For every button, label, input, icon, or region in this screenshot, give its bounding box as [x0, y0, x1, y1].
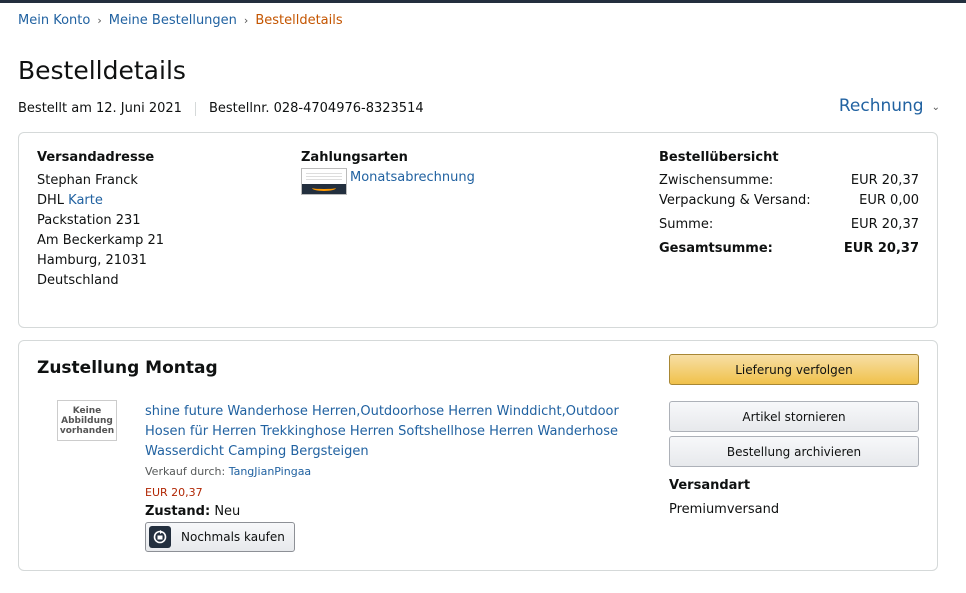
shipping-type-value: Premiumversand — [669, 502, 780, 517]
summary-label: Summe: — [659, 217, 714, 232]
summary-shipping-row: Verpackung & Versand: EUR 0,00 — [659, 193, 919, 208]
meta-divider — [194, 101, 196, 116]
buy-again-label: Nochmals kaufen — [181, 530, 285, 544]
order-meta: Bestellt am 12. Juni 2021 Bestellnr. 028… — [18, 101, 424, 116]
address-country: Deutschland — [37, 273, 119, 288]
no-image-placeholder[interactable]: Keine Abbildung vorhanden — [57, 400, 117, 441]
address-name: Stephan Franck — [37, 173, 138, 188]
no-image-text: Keine — [72, 405, 102, 416]
delivery-box: Zustellung Montag Keine Abbildung vorhan… — [18, 340, 938, 571]
address-city: Hamburg, 21031 — [37, 253, 147, 268]
no-image-text: Abbildung — [61, 415, 113, 426]
order-summary-title: Bestellübersicht — [659, 150, 779, 165]
breadcrumb-current: Bestelldetails — [255, 13, 343, 28]
top-nav-strip — [0, 0, 966, 3]
condition-label: Zustand: — [145, 504, 211, 519]
track-package-button[interactable]: Lieferung verfolgen — [669, 354, 919, 385]
invoice-dropdown[interactable]: Rechnung ⌄ — [839, 96, 940, 116]
summary-value: EUR 0,00 — [859, 193, 919, 208]
invoice-label: Rechnung — [838, 96, 924, 116]
carrier-name: DHL — [37, 193, 65, 208]
archive-order-button[interactable]: Bestellung archivieren — [669, 436, 919, 467]
summary-label: Gesamtsumme: — [659, 241, 773, 256]
no-image-text: vorhanden — [59, 425, 115, 436]
chevron-down-icon: ⌄ — [931, 101, 940, 113]
carrier-map-link[interactable]: Karte — [68, 193, 103, 208]
buy-again-icon — [149, 526, 171, 548]
summary-total-row: Gesamtsumme: EUR 20,37 — [659, 241, 919, 256]
seller-label: Verkauf durch: — [145, 465, 226, 478]
breadcrumb-my-account[interactable]: Mein Konto — [18, 13, 90, 28]
delivery-title: Zustellung Montag — [37, 358, 218, 378]
breadcrumb-my-orders[interactable]: Meine Bestellungen — [109, 13, 237, 28]
summary-subtotal-row: Zwischensumme: EUR 20,37 — [659, 173, 919, 188]
amazon-card-icon — [301, 168, 347, 195]
address-line-2: Am Beckerkamp 21 — [37, 233, 165, 248]
summary-sum-row: Summe: EUR 20,37 — [659, 217, 919, 232]
shipping-type-title: Versandart — [669, 478, 751, 493]
page-title: Bestelldetails — [18, 56, 186, 85]
buy-again-button[interactable]: Nochmals kaufen — [145, 522, 295, 552]
payment-title: Zahlungsarten — [301, 150, 408, 165]
summary-label: Verpackung & Versand: — [659, 193, 811, 208]
breadcrumb-separator: › — [97, 14, 102, 27]
seller-info: Verkauf durch: TangJianPingaa — [145, 465, 311, 478]
order-date: Bestellt am 12. Juni 2021 — [18, 101, 182, 116]
shipping-address-title: Versandadresse — [37, 150, 155, 165]
summary-value: EUR 20,37 — [850, 173, 919, 188]
summary-label: Zwischensumme: — [659, 173, 774, 188]
condition-value: Neu — [214, 504, 241, 519]
cancel-items-button[interactable]: Artikel stornieren — [669, 401, 919, 432]
breadcrumb-separator: › — [243, 14, 249, 27]
item-price: EUR 20,37 — [145, 486, 203, 499]
seller-link[interactable]: TangJianPingaa — [229, 465, 312, 478]
summary-value: EUR 20,37 — [843, 241, 919, 256]
summary-value: EUR 20,37 — [850, 217, 919, 232]
order-number: Bestellnr. 028-4704976-8323514 — [208, 101, 424, 116]
item-condition: Zustand: Neu — [145, 504, 240, 519]
breadcrumb: Mein Konto › Meine Bestellungen › Bestel… — [18, 13, 343, 28]
payment-method-link[interactable]: Monatsabrechnung — [350, 170, 475, 185]
order-info-box: Versandadresse Stephan Franck DHL Karte … — [18, 132, 938, 328]
product-title-link[interactable]: shine future Wanderhose Herren,Outdoorho… — [145, 402, 625, 462]
address-carrier: DHL Karte — [37, 193, 103, 208]
address-line-1: Packstation 231 — [37, 213, 141, 228]
